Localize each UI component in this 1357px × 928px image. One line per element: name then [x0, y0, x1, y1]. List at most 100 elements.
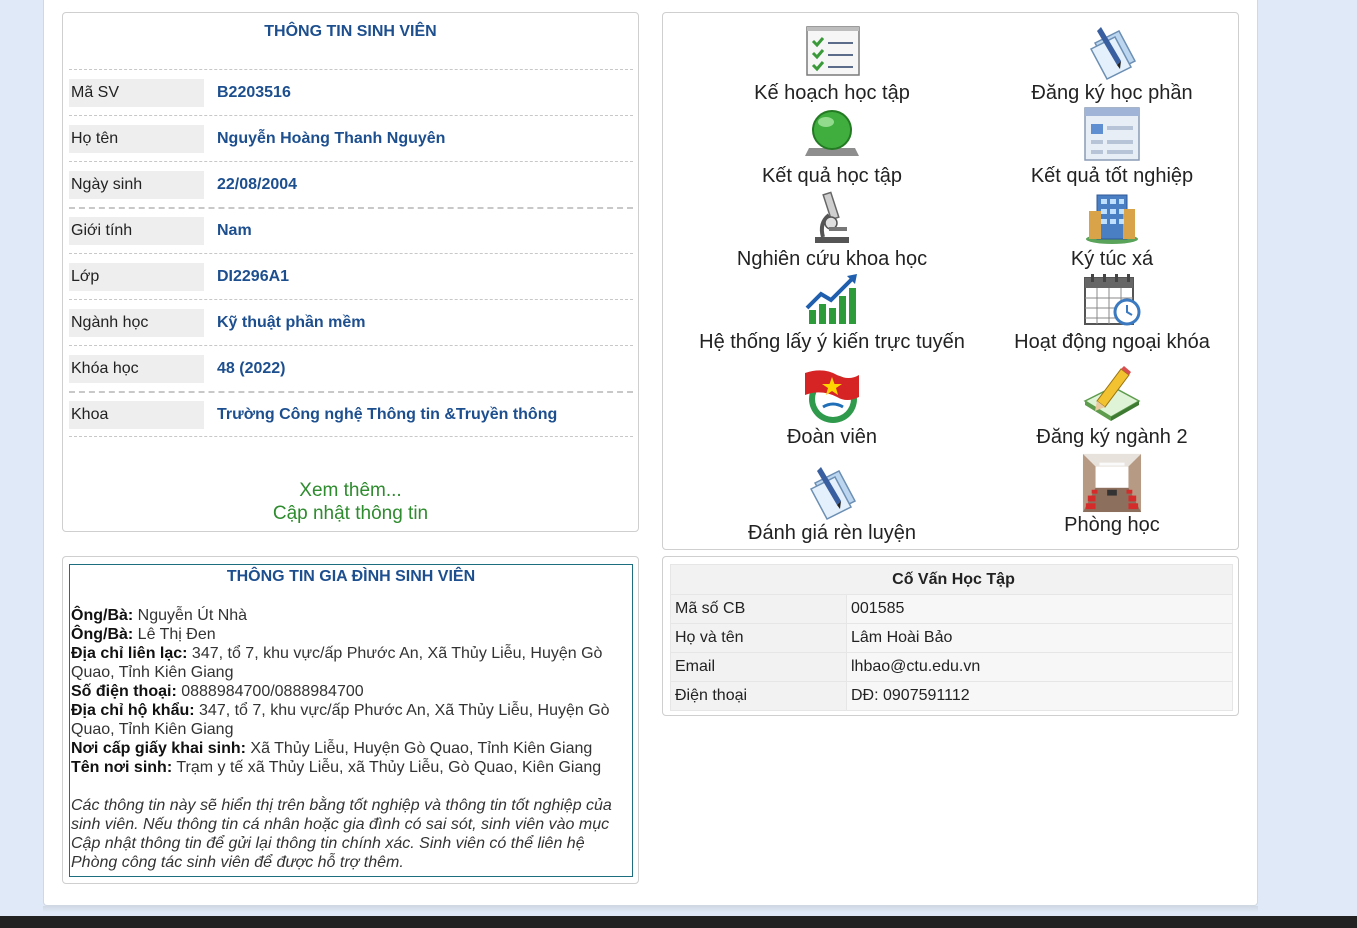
family-line-value: Xã Thủy Liễu, Huyện Gò Quao, Tỉnh Kiên G…	[245, 740, 593, 757]
info-label: Giới tính	[69, 217, 204, 245]
menu-youth-union[interactable]: Đoàn viên	[687, 365, 977, 449]
info-row-cohort: Khóa học 48 (2022)	[69, 345, 633, 391]
family-line-household-address: Địa chỉ hộ khẩu: 347, tổ 7, khu vực/ấp P…	[71, 701, 631, 739]
microscope-icon	[815, 191, 849, 243]
info-value: Kỹ thuật phần mềm	[217, 313, 366, 331]
student-info-panel: THÔNG TIN SINH VIÊN Mã SV B2203516 Họ tên…	[62, 12, 639, 532]
footer-bar	[0, 916, 1357, 928]
checklist-icon	[806, 26, 860, 76]
globe-monitor-icon	[805, 110, 859, 156]
notebook-pencil-icon	[1083, 366, 1141, 421]
menu-study-plan[interactable]: Kế hoạch học tập	[687, 21, 977, 105]
advisor-value: Lâm Hoài Bảo	[846, 623, 1233, 653]
family-info-title: THÔNG TIN GIA ĐÌNH SINH VIÊN	[226, 568, 476, 585]
info-row-major: Ngành học Kỹ thuật phần mềm	[69, 299, 633, 345]
info-label: Mã SV	[69, 78, 204, 107]
family-line-value: Trạm y tế xã Thủy Liễu, xã Thủy Liễu, Gò…	[172, 759, 602, 776]
calendar-clock-icon	[1084, 274, 1141, 326]
menu-second-major[interactable]: Đăng ký ngành 2	[967, 365, 1257, 449]
advisor-value: lhbao@ctu.edu.vn	[846, 652, 1233, 682]
info-value: 22/08/2004	[217, 175, 298, 193]
document-pen-icon	[809, 467, 857, 520]
menu-scientific-research[interactable]: Nghiên cứu khoa học	[687, 187, 977, 271]
advisor-value: 001585	[846, 594, 1233, 624]
building-icon	[1086, 194, 1138, 244]
menu-extracurricular[interactable]: Hoạt động ngoại khóa	[967, 270, 1257, 354]
info-row-full-name: Họ tên Nguyễn Hoàng Thanh Nguyên	[69, 115, 633, 161]
update-info-link[interactable]: Cập nhật thông tin	[63, 502, 638, 525]
advisor-label: Email	[670, 652, 847, 682]
info-label: Lớp	[69, 262, 204, 291]
advisor-row-name: Họ và tên Lâm Hoài Bảo	[670, 623, 1233, 653]
family-line-value: 0888984700/0888984700	[176, 683, 364, 700]
menu-label: Đoàn viên	[786, 426, 878, 448]
menu-label: Đăng ký ngành 2	[1036, 426, 1188, 448]
advisor-title: Cố Vấn Học Tập	[670, 564, 1233, 595]
info-label: Họ tên	[69, 124, 204, 153]
student-info-table: Mã SV B2203516 Họ tên Nguyễn Hoàng Thanh N…	[69, 69, 633, 437]
info-row-student-id: Mã SV B2203516	[69, 69, 633, 115]
menu-label: Kết quả học tập	[761, 165, 903, 187]
info-label: Khóa học	[69, 354, 204, 383]
family-line-label: Nơi cấp giấy khai sinh:	[71, 740, 246, 757]
advisor-row-phone: Điện thoại DĐ: 0907591112	[670, 681, 1233, 711]
family-info-panel: THÔNG TIN GIA ĐÌNH SINH VIÊN Ông/Bà: Ngu…	[62, 556, 639, 884]
menu-label: Đánh giá rèn luyện	[748, 522, 916, 544]
youth-union-flag-icon	[805, 370, 859, 423]
family-line-label: Địa chỉ liên lạc:	[71, 645, 188, 662]
menu-dormitory[interactable]: Ký túc xá	[967, 187, 1257, 271]
menu-label: Phòng học	[1064, 514, 1160, 536]
info-row-birth-date: Ngày sinh 22/08/2004	[69, 161, 633, 207]
info-value: B2203516	[217, 83, 291, 101]
menu-label: Kế hoạch học tập	[754, 82, 910, 104]
advisor-header-row: Cố Vấn Học Tập	[670, 564, 1233, 595]
info-value: Nguyễn Hoàng Thanh Nguyên	[217, 129, 446, 147]
advisor-row-email: Email lhbao@ctu.edu.vn	[670, 652, 1233, 682]
family-line-parent-1: Ông/Bà: Nguyễn Út Nhà	[71, 606, 631, 625]
student-links: Xem thêm... Cập nhật thông tin	[63, 479, 638, 525]
family-line-label: Ông/Bà:	[71, 607, 134, 624]
info-label: Khoa	[69, 400, 204, 429]
student-info-title: THÔNG TIN SINH VIÊN	[264, 23, 437, 40]
family-info-box: THÔNG TIN GIA ĐÌNH SINH VIÊN Ông/Bà: Ngu…	[69, 564, 633, 877]
info-row-class: Lớp DI2296A1	[69, 253, 633, 299]
menu-graduation-results[interactable]: Kết quả tốt nghiệp	[967, 104, 1257, 188]
menu-conduct-evaluation[interactable]: Đánh giá rèn luyện	[687, 461, 977, 545]
family-line-label: Ông/Bà:	[71, 626, 134, 643]
family-line-label: Số điện thoại:	[71, 683, 177, 700]
window-form-icon	[1084, 107, 1140, 161]
document-pen-icon	[1089, 27, 1137, 80]
menu-label: Hệ thống lấy ý kiến trực tuyến	[699, 331, 965, 353]
academic-advisor-panel: Cố Vấn Học Tập Mã số CB 001585 Họ và tên L…	[662, 556, 1239, 716]
family-line-value: Lê Thị Đen	[133, 626, 216, 643]
menu-classroom[interactable]: Phòng học	[967, 453, 1257, 537]
function-menu-panel: Kế hoạch học tập Đăng ký học phần Kết qu…	[662, 12, 1239, 550]
info-value: Nam	[217, 222, 252, 239]
menu-online-survey[interactable]: Hệ thống lấy ý kiến trực tuyến	[687, 270, 977, 354]
menu-label: Hoạt động ngoại khóa	[1014, 331, 1210, 353]
info-value: 48 (2022)	[217, 359, 286, 377]
info-value: DI2296A1	[217, 267, 290, 285]
family-line-phone: Số điện thoại: 0888984700/0888984700	[71, 682, 631, 701]
menu-label: Nghiên cứu khoa học	[736, 248, 928, 270]
advisor-row-staff-id: Mã số CB 001585	[670, 594, 1233, 624]
see-more-link[interactable]: Xem thêm...	[63, 479, 638, 502]
menu-label: Kết quả tốt nghiệp	[1030, 165, 1194, 187]
info-row-gender: Giới tính Nam	[69, 207, 633, 253]
advisor-value: DĐ: 0907591112	[846, 681, 1233, 711]
family-line-label: Địa chỉ hộ khẩu:	[71, 702, 195, 719]
classroom-icon	[1082, 453, 1142, 513]
advisor-table: Cố Vấn Học Tập Mã số CB 001585 Họ và tên L…	[670, 564, 1233, 711]
menu-study-results[interactable]: Kết quả học tập	[687, 104, 977, 188]
content-shadow	[43, 906, 1258, 912]
info-value: Trường Công nghệ Thông tin &Truyền thông	[217, 405, 558, 423]
family-line-parent-2: Ông/Bà: Lê Thị Đen	[71, 625, 631, 644]
family-line-birth-cert-place: Nơi cấp giấy khai sinh: Xã Thủy Liễu, Hu…	[71, 739, 631, 758]
info-row-faculty: Khoa Trường Công nghệ Thông tin &Truyền t…	[69, 391, 633, 437]
family-line-value: Nguyễn Út Nhà	[133, 607, 248, 624]
menu-label: Ký túc xá	[1070, 248, 1154, 270]
menu-course-registration[interactable]: Đăng ký học phần	[967, 21, 1257, 105]
menu-label: Đăng ký học phần	[1031, 82, 1193, 104]
advisor-label: Mã số CB	[670, 594, 847, 624]
family-line-label: Tên nơi sinh:	[71, 759, 173, 776]
